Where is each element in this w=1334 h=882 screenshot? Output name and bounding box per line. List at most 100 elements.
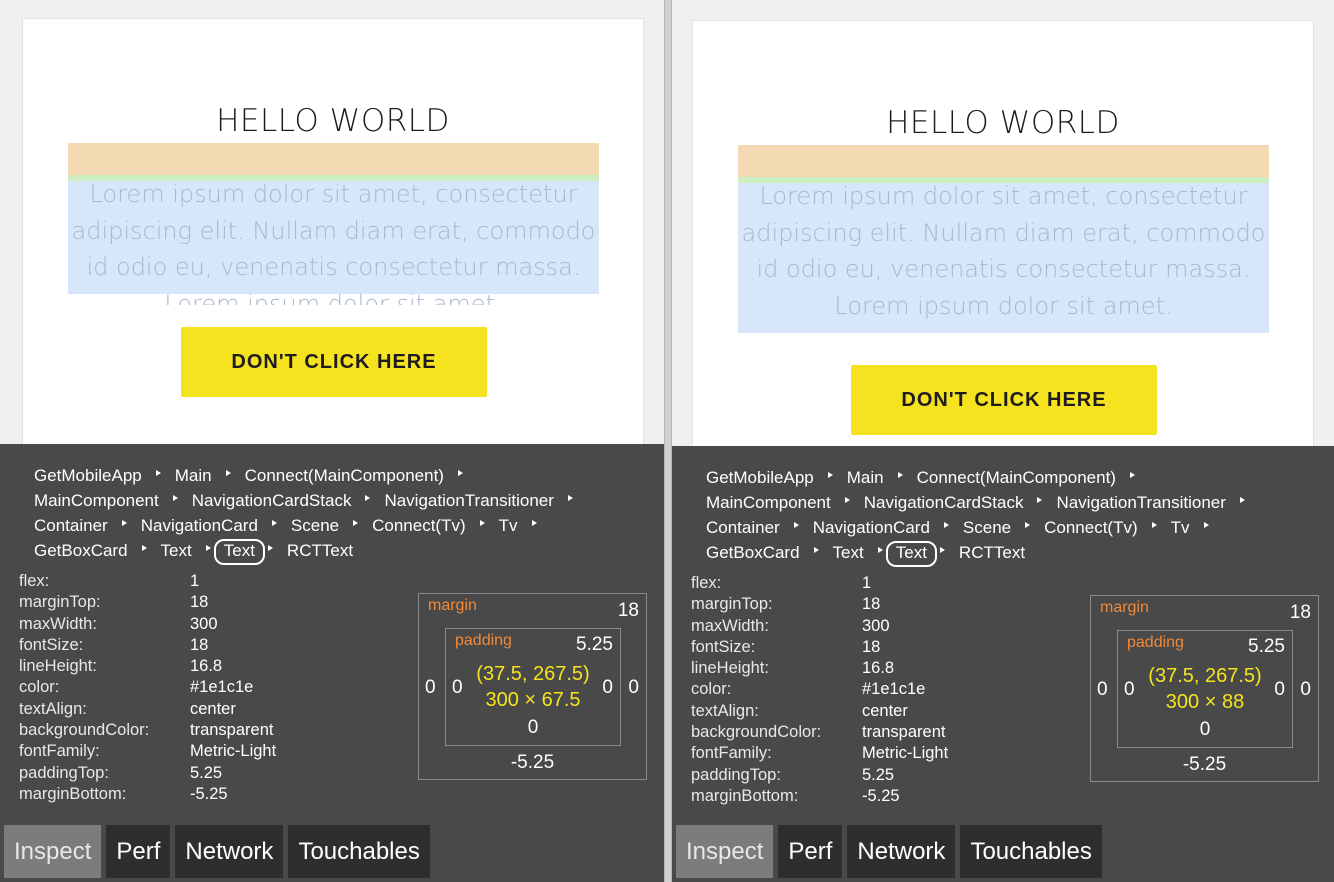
prop-row: flex: 1 [691,574,948,595]
inspector-overlay: GetMobileApp Main Connect(MainComponent) M… [0,444,664,882]
crumb-connect-tv[interactable]: Connect(Tv) [361,514,477,538]
chevron-right-icon [877,546,883,553]
prop-row: fontFamily: Metric-Light [19,742,276,763]
breadcrumb-row: GetBoxCard Text Text RCTText [696,541,1326,567]
prop-value: 300 [190,614,218,633]
crumb-text-selected[interactable]: Text [213,539,265,565]
prop-key: textAlign: [691,701,759,720]
padding-bottom-value: 0 [527,717,539,738]
tab-touchables[interactable]: Touchables [960,825,1102,878]
crumb-tv[interactable]: Tv [1160,516,1201,540]
crumb-maincomponent[interactable]: MainComponent [696,491,842,515]
chevron-right-icon [271,519,277,526]
tab-inspect[interactable]: Inspect [676,825,774,878]
tab-touchables[interactable]: Touchables [288,825,430,878]
position-value: (37.5, 267.5) [1148,665,1262,687]
prop-key: marginBottom: [691,786,799,805]
box-model-margin: margin 18 0 0 -5.25 padding 5.25 0 0 (37… [418,593,647,780]
prop-value: center [862,701,908,720]
prop-value: 5.25 [862,765,895,784]
prop-row: lineHeight: 16.8 [691,659,948,680]
prop-row: backgroundColor: transparent [19,721,276,742]
body-text: Lorem ipsum dolor sit amet, consectetur … [71,180,596,305]
panel-divider [664,0,672,882]
crumb-navigationcardstack[interactable]: NavigationCardStack [853,491,1035,515]
left-screen: HELLO WORLD Lorem ipsum dolor sit amet, … [0,0,664,882]
breadcrumb-row: GetBoxCard Text Text RCTText [24,539,654,565]
crumb-getboxcard[interactable]: GetBoxCard [696,541,811,565]
prop-key: flex: [691,574,722,592]
tab-network[interactable]: Network [847,825,956,878]
prop-value: transparent [862,723,946,742]
chevron-right-icon [943,521,949,528]
breadcrumb-row: Container NavigationCard Scene Connect(Tv) T… [696,516,1326,541]
crumb-getmobileapp[interactable]: GetMobileApp [696,466,825,490]
chevron-right-icon [1129,471,1135,478]
crumb-navigationcard[interactable]: NavigationCard [130,514,269,538]
crumb-container[interactable]: Container [696,516,791,540]
prop-key: fontSize: [19,635,84,654]
box-model-padding: padding 5.25 0 0 (37.5, 267.5) 300 × 88 … [1117,630,1293,748]
chevron-right-icon [225,469,231,476]
box-card: HELLO WORLD Lorem ipsum dolor sit amet, … [22,18,644,458]
devtools-tabs: Inspect Perf Network Touchables [676,825,1107,878]
prop-row: textAlign: center [19,700,276,721]
prop-key: fontFamily: [691,744,772,763]
chevron-right-icon [1151,521,1157,528]
margin-bottom-value: -5.25 [1182,754,1227,775]
crumb-getboxcard[interactable]: GetBoxCard [24,539,139,563]
crumb-rcttext[interactable]: RCTText [948,541,1036,565]
crumb-connect-maincomponent[interactable]: Connect(MainComponent) [234,464,455,488]
prop-key: lineHeight: [19,657,97,676]
dont-click-button[interactable]: DON'T CLICK HERE [181,327,487,397]
crumb-navigationcard[interactable]: NavigationCard [802,516,941,540]
crumb-connect-tv[interactable]: Connect(Tv) [1033,516,1149,540]
crumb-text[interactable]: Text [822,541,875,565]
chevron-right-icon [267,544,273,551]
margin-label: margin [428,597,477,614]
crumb-maincomponent[interactable]: MainComponent [24,489,170,513]
tab-inspect[interactable]: Inspect [4,825,102,878]
crumb-scene[interactable]: Scene [280,514,350,538]
crumb-getmobileapp[interactable]: GetMobileApp [24,464,153,488]
margin-right-value: 0 [1300,679,1311,700]
crumb-connect-maincomponent[interactable]: Connect(MainComponent) [906,466,1127,490]
tab-perf[interactable]: Perf [778,825,843,878]
prop-key: fontSize: [691,637,756,656]
chevron-right-icon [897,471,903,478]
prop-row: paddingTop: 5.25 [691,766,948,787]
tab-network[interactable]: Network [175,825,284,878]
prop-value: 5.25 [190,763,223,782]
chevron-right-icon [827,471,833,478]
chevron-right-icon [531,519,537,526]
crumb-tv[interactable]: Tv [488,514,529,538]
breadcrumb-row: MainComponent NavigationCardStack Navigati… [696,491,1326,516]
prop-row: color: #1e1c1e [691,680,948,701]
devtools-tabs: Inspect Perf Network Touchables [4,825,435,878]
crumb-navigationcardstack[interactable]: NavigationCardStack [181,489,363,513]
dont-click-button[interactable]: DON'T CLICK HERE [851,365,1157,435]
crumb-container[interactable]: Container [24,514,119,538]
tab-perf[interactable]: Perf [106,825,171,878]
prop-row: maxWidth: 300 [19,615,276,636]
breadcrumb-row: Container NavigationCard Scene Connect(Tv) T… [24,514,654,539]
box-model-margin: margin 18 0 0 -5.25 padding 5.25 0 0 (37… [1090,595,1319,782]
crumb-scene[interactable]: Scene [952,516,1022,540]
crumb-rcttext[interactable]: RCTText [276,539,364,563]
chevron-right-icon [365,494,371,501]
chevron-right-icon [567,494,573,501]
margin-left-value: 0 [1097,679,1108,700]
crumb-main[interactable]: Main [164,464,223,488]
crumb-main[interactable]: Main [836,466,895,490]
crumb-navigationtransitioner[interactable]: NavigationTransitioner [373,489,564,513]
prop-key: lineHeight: [691,659,769,678]
prop-row: fontSize: 18 [19,636,276,657]
prop-key: paddingTop: [691,765,781,784]
chevron-right-icon [479,519,485,526]
padding-label: padding [455,632,512,649]
crumb-text-selected[interactable]: Text [885,541,937,567]
hello-title: HELLO WORLD [886,105,1120,141]
margin-highlight [68,143,599,175]
crumb-text[interactable]: Text [150,539,203,563]
crumb-navigationtransitioner[interactable]: NavigationTransitioner [1045,491,1236,515]
